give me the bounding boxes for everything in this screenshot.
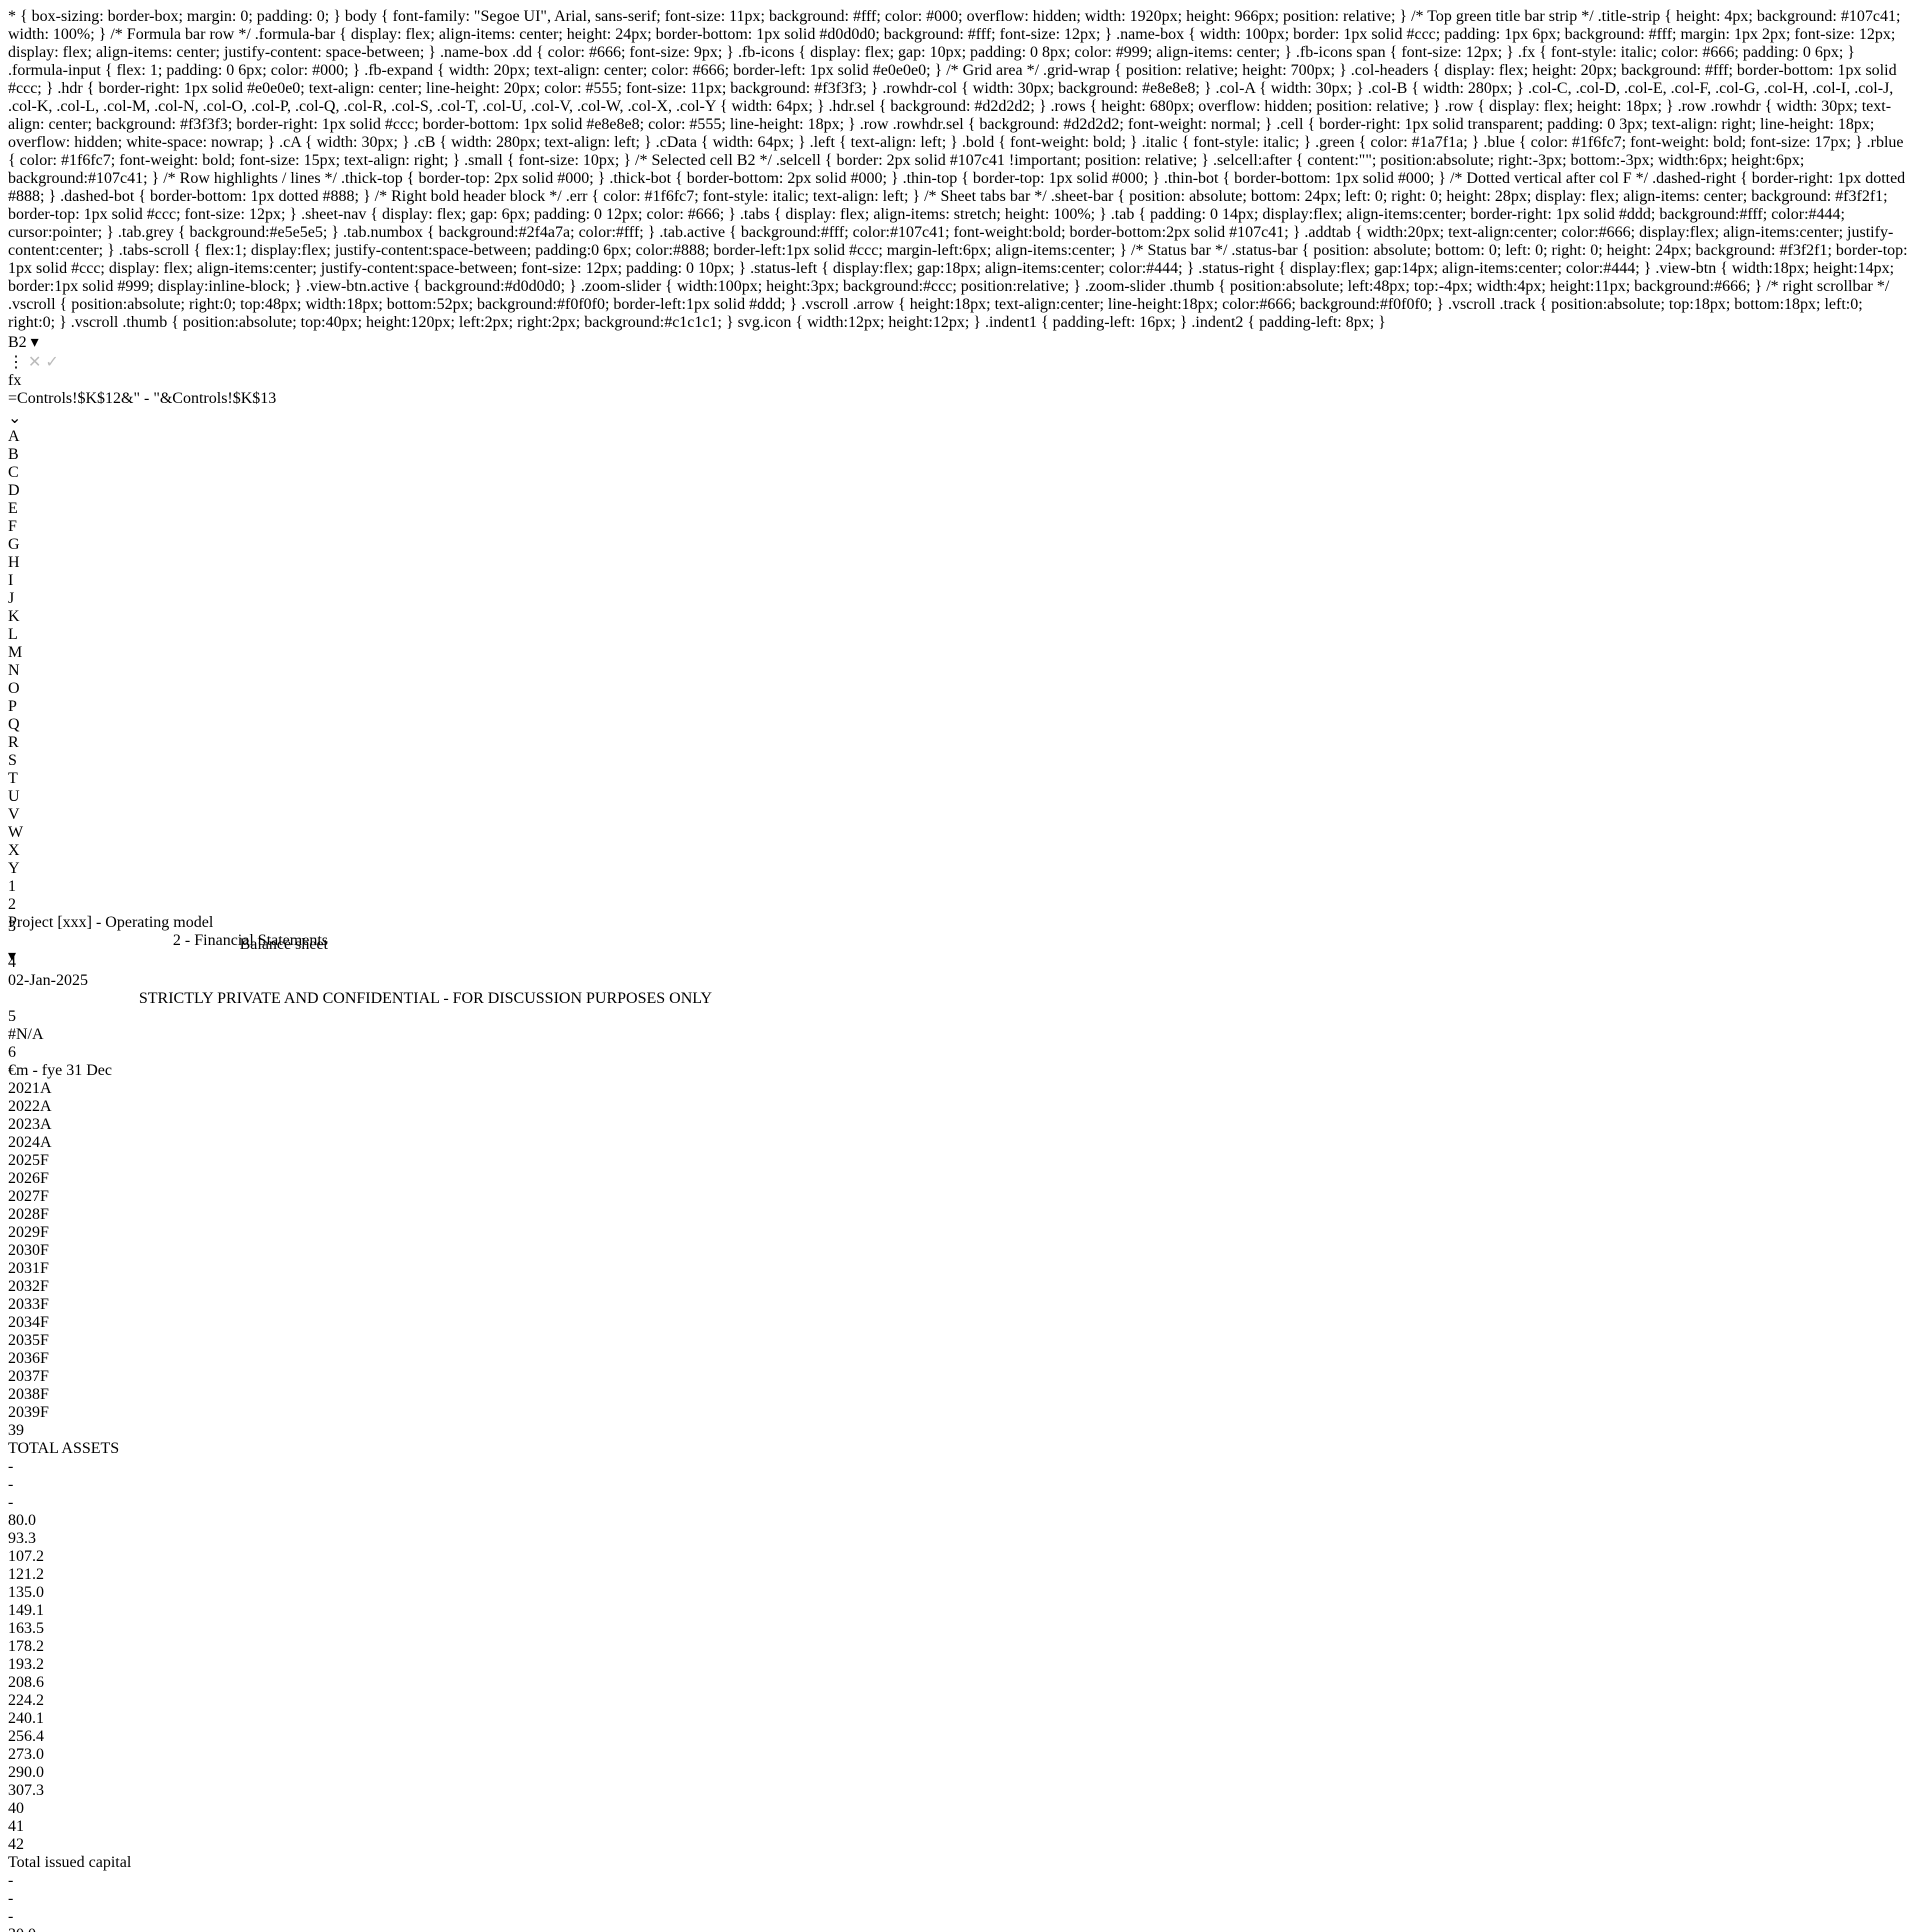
row-header[interactable]: 40 [8, 1800, 1912, 1818]
year-header[interactable]: 2022A [8, 1098, 1912, 1116]
col-header[interactable]: R [8, 734, 1912, 752]
data-cell[interactable]: 193.2 [8, 1656, 1912, 1674]
data-cell[interactable]: 240.1 [8, 1710, 1912, 1728]
data-cell[interactable]: 80.0 [8, 1512, 1912, 1530]
col-header[interactable]: U [8, 788, 1912, 806]
data-cell[interactable]: 121.2 [8, 1566, 1912, 1584]
row-header[interactable]: 42 [8, 1836, 1912, 1854]
row-header[interactable]: 6 [8, 1044, 1912, 1062]
col-header[interactable]: F [8, 518, 1912, 536]
data-cell[interactable]: 256.4 [8, 1728, 1912, 1746]
year-header[interactable]: 2034F [8, 1314, 1912, 1332]
row-header[interactable]: 39 [8, 1422, 1912, 1440]
name-box-value: B2 [8, 334, 27, 351]
data-cell[interactable]: 30.0 [8, 1926, 1912, 1932]
column-headers: A B C D E F G H I J K L M N O P Q R S T … [8, 428, 1912, 878]
as-of-date[interactable]: 02-Jan-2025 [8, 972, 1912, 990]
row-label-issued_capital[interactable]: Total issued capital [8, 1854, 1912, 1872]
data-cell[interactable]: 290.0 [8, 1764, 1912, 1782]
year-header[interactable]: 2025F [8, 1152, 1912, 1170]
row-header[interactable]: 2 [8, 896, 1912, 914]
units-label[interactable]: €m - fye 31 Dec [8, 1062, 1912, 1080]
year-header[interactable]: 2029F [8, 1224, 1912, 1242]
year-header[interactable]: 2033F [8, 1296, 1912, 1314]
year-header[interactable]: 2031F [8, 1260, 1912, 1278]
formula-bar-icons: ⋮ ✕ ✓ [8, 352, 1912, 372]
year-header[interactable]: 2028F [8, 1206, 1912, 1224]
year-header[interactable]: 2021A [8, 1080, 1912, 1098]
data-cell[interactable]: 149.1 [8, 1602, 1912, 1620]
data-cell[interactable]: - [8, 1458, 1912, 1476]
col-header[interactable]: T [8, 770, 1912, 788]
year-header[interactable]: 2037F [8, 1368, 1912, 1386]
row-header[interactable]: 41 [8, 1818, 1912, 1836]
col-header[interactable]: S [8, 752, 1912, 770]
data-cell[interactable]: 307.3 [8, 1782, 1912, 1800]
data-cell[interactable]: 163.5 [8, 1620, 1912, 1638]
spreadsheet-grid[interactable]: A B C D E F G H I J K L M N O P Q R S T … [8, 428, 1912, 1932]
na-error[interactable]: #N/A [8, 1026, 1912, 1044]
data-cell[interactable]: 135.0 [8, 1584, 1912, 1602]
fb-dropdown-icon[interactable]: ⋮ [8, 354, 24, 371]
name-box[interactable]: B2 ▾ [8, 332, 1912, 352]
col-header[interactable]: E [8, 500, 1912, 518]
year-header[interactable]: 2032F [8, 1278, 1912, 1296]
col-header[interactable]: V [8, 806, 1912, 824]
data-cell[interactable]: 224.2 [8, 1692, 1912, 1710]
col-header[interactable]: H [8, 554, 1912, 572]
row-label-total_assets[interactable]: TOTAL ASSETS [8, 1440, 1912, 1458]
year-header[interactable]: 2030F [8, 1242, 1912, 1260]
formula-input[interactable]: =Controls!$K$12&" - "&Controls!$K$13 [8, 390, 1912, 408]
data-cell[interactable]: 273.0 [8, 1746, 1912, 1764]
col-header[interactable]: G [8, 536, 1912, 554]
col-header[interactable]: D [8, 482, 1912, 500]
row-header[interactable]: 5 [8, 1008, 1912, 1026]
col-header[interactable]: Q [8, 716, 1912, 734]
data-cell[interactable]: - [8, 1908, 1912, 1926]
year-header[interactable]: 2039F [8, 1404, 1912, 1422]
data-cell[interactable]: - [8, 1476, 1912, 1494]
rows-container: 12Project [xxx] - Operating model2 - Fin… [8, 878, 1912, 1932]
formula-expand-icon[interactable]: ⌄ [8, 408, 1912, 428]
cancel-icon[interactable]: ✕ [28, 354, 41, 371]
year-header[interactable]: 2035F [8, 1332, 1912, 1350]
col-header[interactable]: P [8, 698, 1912, 716]
col-header[interactable]: B [8, 446, 1912, 464]
data-cell[interactable]: - [8, 1494, 1912, 1512]
data-cell[interactable]: - [8, 1872, 1912, 1890]
name-box-dropdown-icon[interactable]: ▾ [31, 334, 39, 351]
enter-icon[interactable]: ✓ [45, 354, 58, 371]
data-cell[interactable]: 208.6 [8, 1674, 1912, 1692]
row-header[interactable]: 1 [8, 878, 1912, 896]
col-header[interactable]: N [8, 662, 1912, 680]
year-header[interactable]: 2036F [8, 1350, 1912, 1368]
year-header[interactable]: 2038F [8, 1386, 1912, 1404]
col-header[interactable]: X [8, 842, 1912, 860]
col-header[interactable]: I [8, 572, 1912, 590]
confidential-notice: STRICTLY PRIVATE AND CONFIDENTIAL - FOR … [8, 990, 712, 1008]
col-header[interactable]: C [8, 464, 1912, 482]
col-header[interactable]: M [8, 644, 1912, 662]
col-header[interactable]: A [8, 428, 1912, 446]
data-cell[interactable]: 178.2 [8, 1638, 1912, 1656]
data-cell[interactable]: 107.2 [8, 1548, 1912, 1566]
col-header[interactable]: Y [8, 860, 1912, 878]
data-cell[interactable]: 93.3 [8, 1530, 1912, 1548]
formula-bar: B2 ▾ ⋮ ✕ ✓ fx =Controls!$K$12&" - "&Cont… [8, 332, 1912, 428]
col-header[interactable]: K [8, 608, 1912, 626]
col-header[interactable]: J [8, 590, 1912, 608]
col-header[interactable]: O [8, 680, 1912, 698]
scroll-down-icon[interactable]: ▾ [8, 946, 1920, 966]
year-header[interactable]: 2023A [8, 1116, 1912, 1134]
fx-icon[interactable]: fx [8, 372, 21, 389]
data-cell[interactable]: - [8, 1890, 1912, 1908]
col-header[interactable]: W [8, 824, 1912, 842]
year-header[interactable]: 2026F [8, 1170, 1912, 1188]
col-header[interactable]: L [8, 626, 1912, 644]
year-header[interactable]: 2024A [8, 1134, 1912, 1152]
year-header[interactable]: 2027F [8, 1188, 1912, 1206]
